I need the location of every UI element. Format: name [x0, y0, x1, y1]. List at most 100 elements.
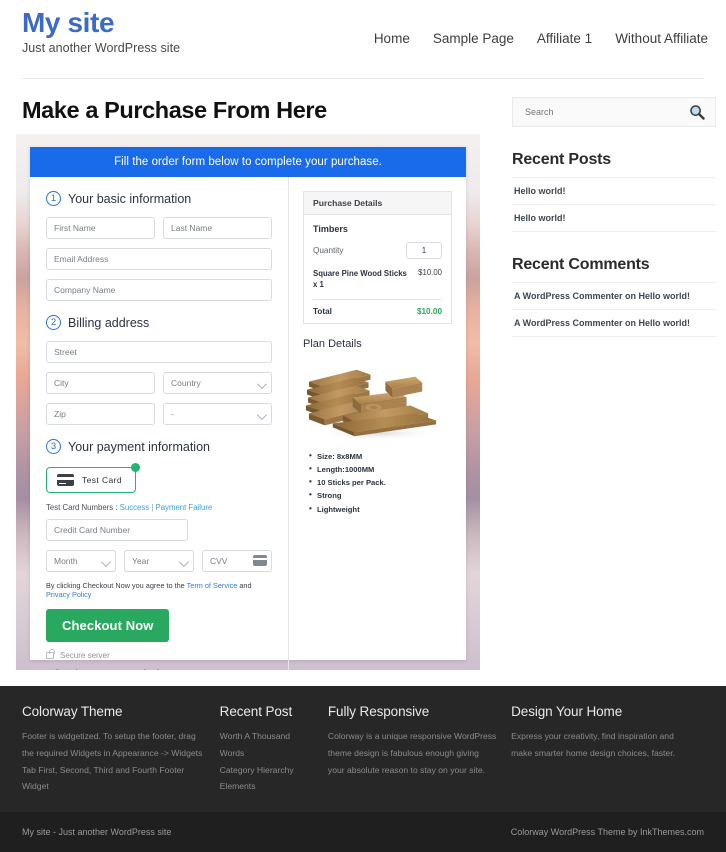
test-card-numbers-line: Test Card Numbers : Success | Payment Fa… [46, 503, 272, 512]
last-name-input[interactable]: Last Name [163, 217, 272, 239]
state-select[interactable]: - [163, 403, 272, 425]
recent-post-link[interactable]: Hello world! [514, 186, 566, 196]
list-item[interactable]: A WordPress Commenter on Hello world! [512, 309, 716, 337]
footer-column-recent-post: Recent Post Worth A Thousand Words Categ… [220, 704, 328, 812]
order-form-container: Fill the order form below to complete yo… [16, 134, 480, 670]
expiry-month-select[interactable]: Month [46, 550, 116, 572]
purchase-details-box: Purchase Details Timbers Quantity 1 Squa… [303, 191, 452, 324]
nav-item-home[interactable]: Home [374, 31, 410, 46]
test-card-success-link[interactable]: Success [120, 503, 149, 512]
order-form-fields: 1 Your basic information First Name Last… [30, 177, 288, 670]
nav-item-without-affiliate[interactable]: Without Affiliate [615, 31, 708, 46]
city-country-row: City Country [46, 372, 272, 394]
recent-comment-link[interactable]: A WordPress Commenter on Hello world! [514, 291, 690, 301]
footer-column-title: Design Your Home [511, 704, 623, 719]
credit-card-icon [57, 474, 74, 486]
recent-post-link[interactable]: Hello world! [514, 213, 566, 223]
quantity-row: Quantity 1 [313, 242, 442, 259]
street-input[interactable]: Street [46, 341, 272, 363]
list-item[interactable]: Hello world! [512, 204, 716, 232]
order-form-banner: Fill the order form below to complete yo… [30, 147, 466, 177]
list-item[interactable]: Worth A Thousand Words [220, 728, 314, 762]
terms-of-service-link[interactable]: Term of Service [187, 581, 238, 590]
footer-column-title: Fully Responsive [327, 704, 430, 719]
order-form-body: 1 Your basic information First Name Last… [30, 177, 466, 670]
step-3-heading: 3 Your payment information [46, 439, 272, 454]
country-select[interactable]: Country [163, 372, 272, 394]
secure-server-label: Secure server [60, 651, 110, 660]
footer-left-credit: My site - Just another WordPress site [22, 827, 172, 837]
street-field-row: Street [46, 341, 272, 363]
total-label: Total [313, 306, 332, 316]
plan-feature: Lightweight [309, 502, 452, 516]
footer-column-text: Footer is widgetized. To setup the foote… [22, 731, 203, 792]
order-form-card: Fill the order form below to complete yo… [30, 147, 466, 670]
terms-agreement-text: By clicking Checkout Now you agree to th… [46, 581, 272, 599]
total-row: Total $10.00 [313, 307, 442, 316]
recent-comments-widget: Recent Comments A WordPress Commenter on… [512, 256, 716, 337]
privacy-policy-link[interactable]: Privacy Policy [46, 590, 91, 599]
zip-input[interactable]: Zip [46, 403, 155, 425]
terms-prefix: By clicking Checkout Now you agree to th… [46, 581, 187, 590]
step-2-title: Billing address [68, 315, 150, 330]
list-item[interactable]: Elements [220, 778, 314, 795]
list-item[interactable]: Category Hierarchy [220, 762, 314, 779]
plan-feature: Strong [309, 488, 452, 502]
purchase-details-heading: Purchase Details [304, 192, 451, 215]
plan-feature: Size: 8x8MM [309, 449, 452, 463]
quantity-input[interactable]: 1 [406, 242, 442, 259]
city-input[interactable]: City [46, 372, 155, 394]
list-item[interactable]: A WordPress Commenter on Hello world! [512, 282, 716, 309]
footer-right-credit[interactable]: Colorway WordPress Theme by InkThemes.co… [511, 827, 704, 837]
first-name-input[interactable]: First Name [46, 217, 155, 239]
cvv-input[interactable]: CVV [202, 550, 272, 572]
footer-column-text: Colorway is a unique responsive WordPres… [327, 731, 497, 775]
footer-column-design-your-home: Design Your Home Express your creativity… [511, 704, 704, 812]
site-title[interactable]: My site [22, 8, 180, 38]
payment-method-test-card-button[interactable]: Test Card [46, 463, 140, 493]
total-value: $10.00 [416, 306, 442, 316]
lock-icon [46, 649, 55, 659]
search-icon[interactable] [689, 104, 705, 120]
step-3-title: Your payment information [68, 439, 210, 454]
line-item-price: $10.00 [418, 268, 442, 277]
footer-column-fully-responsive: Fully Responsive Colorway is a unique re… [328, 704, 511, 812]
recent-comments-list: A WordPress Commenter on Hello world! A … [512, 282, 716, 337]
site-tagline: Just another WordPress site [22, 41, 181, 56]
nav-item-sample-page[interactable]: Sample Page [433, 31, 514, 46]
list-item[interactable]: Hello world! [512, 177, 716, 204]
company-name-input[interactable]: Company Name [46, 279, 272, 301]
step-2-heading: 2 Billing address [46, 315, 272, 330]
footer-column-text: Express your creativity, find inspiratio… [511, 731, 675, 758]
site-header: My site Just another WordPress site Home… [0, 0, 726, 78]
nav-item-affiliate-1[interactable]: Affiliate 1 [537, 31, 592, 46]
site-footer: Colorway Theme Footer is widgetized. To … [0, 686, 726, 812]
plan-feature: 10 Sticks per Pack. [309, 475, 452, 489]
checkout-now-button[interactable]: Checkout Now [46, 609, 170, 642]
page-body: Make a Purchase From Here Fill the order… [0, 79, 726, 670]
email-input[interactable]: Email Address [46, 248, 272, 270]
safe-checkout-note: Safe and secure payment checkout. [46, 668, 272, 670]
zip-state-row: Zip - [46, 403, 272, 425]
product-name: Timbers [313, 224, 348, 234]
credit-card-row: Credit Card Number [46, 519, 272, 541]
timber-illustration-svg [305, 369, 440, 440]
credit-card-number-input[interactable]: Credit Card Number [46, 519, 188, 541]
recent-comment-link[interactable]: A WordPress Commenter on Hello world! [514, 318, 690, 328]
recent-posts-widget: Recent Posts Hello world! Hello world! [512, 151, 716, 232]
test-card-prefix: Test Card Numbers : [46, 503, 118, 512]
payment-method-label: Test Card [82, 475, 122, 485]
page-title: Make a Purchase From Here [22, 97, 327, 123]
site-branding[interactable]: My site Just another WordPress site [22, 0, 181, 56]
quantity-label: Quantity [313, 246, 344, 255]
cvv-placeholder: CVV [210, 556, 228, 566]
name-field-row: First Name Last Name [46, 217, 272, 239]
search-input[interactable] [523, 106, 689, 118]
expiry-year-select[interactable]: Year [124, 550, 194, 572]
recent-posts-title: Recent Posts [512, 151, 611, 168]
test-card-separator: | [151, 503, 154, 512]
test-card-failure-link[interactable]: Payment Failure [156, 503, 213, 512]
plan-details-title: Plan Details [303, 337, 362, 350]
email-field-row: Email Address [46, 248, 272, 270]
recent-posts-list: Hello world! Hello world! [512, 177, 716, 232]
